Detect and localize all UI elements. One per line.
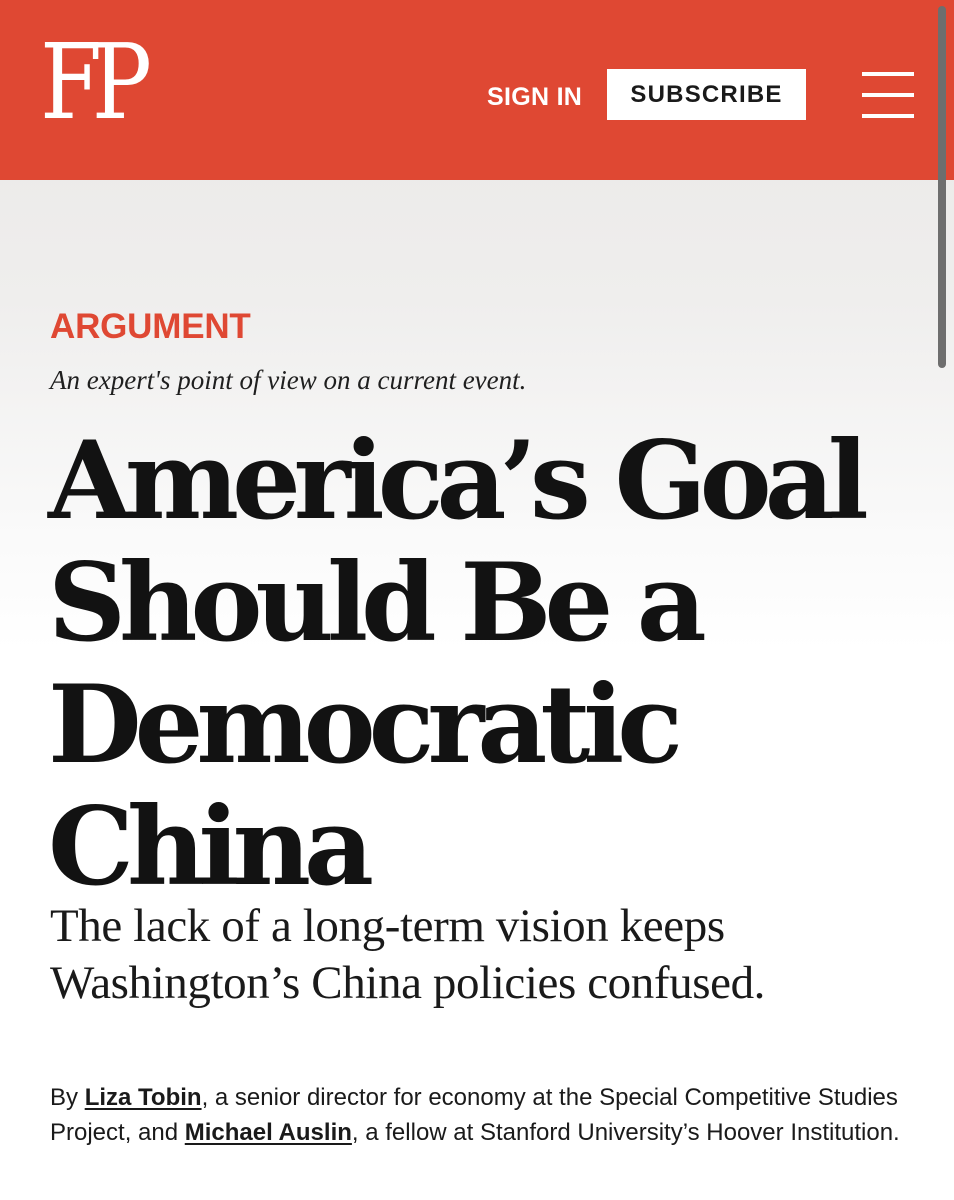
author2-description: , a fellow at Stanford University’s Hoov… bbox=[351, 1119, 900, 1146]
headline-line: America’s Goal bbox=[48, 418, 869, 544]
kicker-description: An expert's point of view on a current e… bbox=[50, 365, 527, 395]
subscribe-button[interactable]: SUBSCRIBE bbox=[607, 69, 806, 120]
page-scrollbar[interactable] bbox=[938, 6, 946, 368]
menu-bar-middle bbox=[862, 93, 914, 97]
article-dek: The lack of a long-term vision keeps Was… bbox=[50, 898, 910, 1012]
headline-line: China bbox=[48, 784, 374, 910]
author-link-liza-tobin[interactable]: Liza Tobin bbox=[85, 1084, 202, 1111]
article-headline: America’s Goal Should Be a Democratic Ch… bbox=[48, 420, 908, 908]
menu-bar-top bbox=[862, 72, 914, 76]
site-header: FP SIGN IN SUBSCRIBE bbox=[0, 0, 954, 180]
author-link-michael-auslin[interactable]: Michael Auslin bbox=[185, 1119, 352, 1146]
sign-in-link[interactable]: SIGN IN bbox=[487, 81, 582, 113]
hamburger-menu-icon[interactable] bbox=[862, 72, 914, 118]
fp-logo[interactable]: FP bbox=[40, 30, 152, 134]
article-byline: By Liza Tobin, a senior director for eco… bbox=[50, 1080, 920, 1150]
headline-line: Democratic bbox=[48, 662, 683, 788]
headline-line: Should Be a bbox=[48, 540, 707, 666]
article-kicker[interactable]: ARGUMENT bbox=[50, 306, 251, 348]
menu-bar-bottom bbox=[862, 114, 914, 118]
dek-line: The lack of a long-term vision keeps bbox=[50, 900, 725, 952]
article-page: FP SIGN IN SUBSCRIBE ARGUMENT An expert'… bbox=[0, 0, 954, 1200]
dek-line: Washington’s China policies confused. bbox=[50, 957, 766, 1009]
byline-prefix: By bbox=[50, 1084, 85, 1111]
